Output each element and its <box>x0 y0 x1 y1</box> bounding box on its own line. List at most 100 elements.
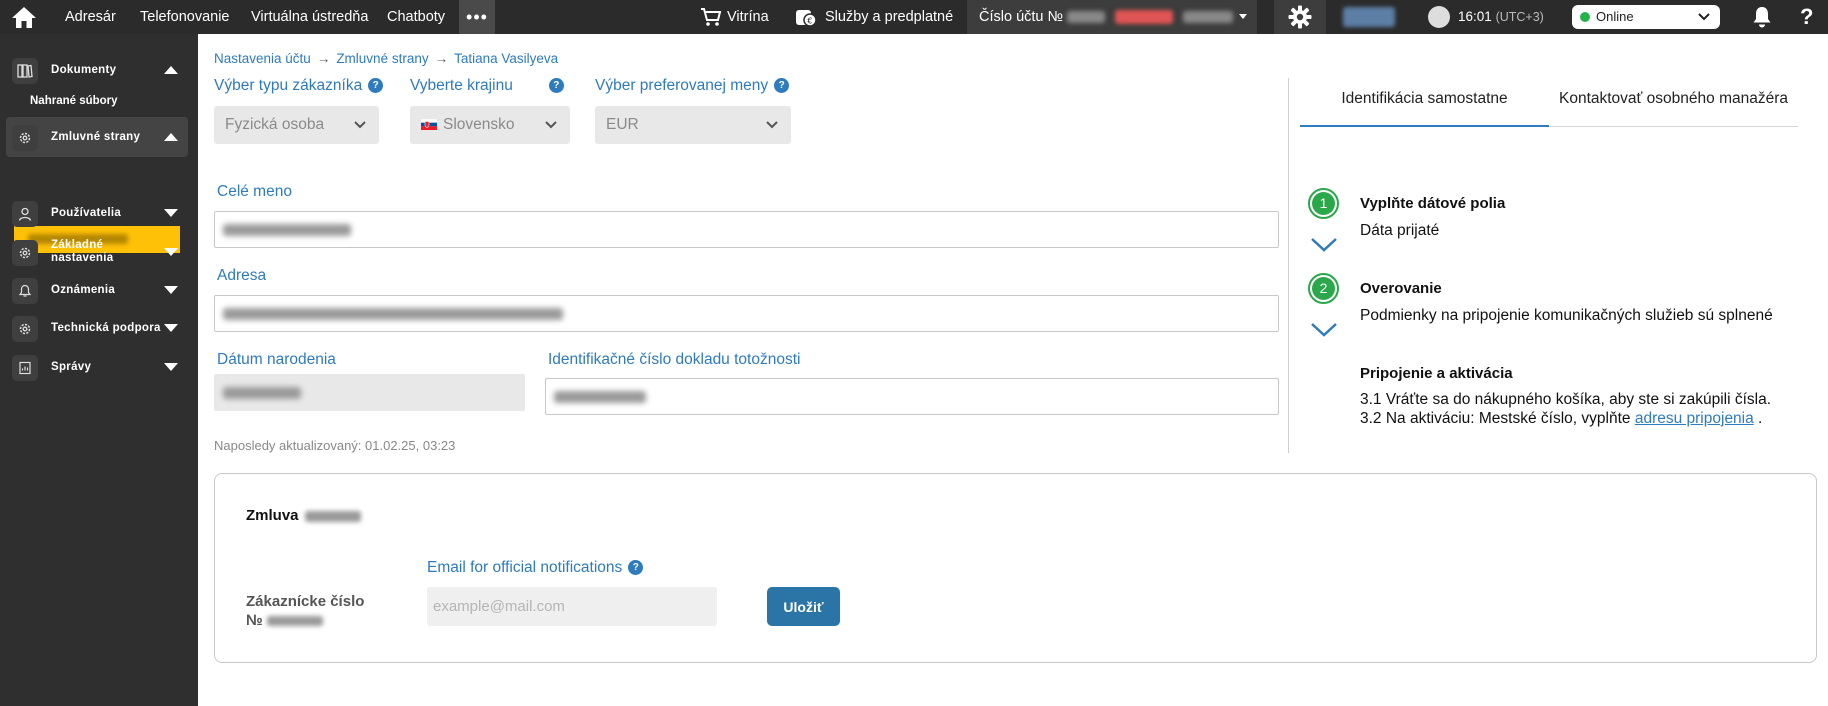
sidebar-item-notifications[interactable]: Oznámenia <box>6 270 188 310</box>
gear-icon <box>12 125 38 151</box>
caret-down-icon <box>164 324 178 332</box>
sidebar-label-tech-support: Technická podpora <box>51 321 161 334</box>
step-3-line-1: 3.1 Vráťte sa do nákupného košíka, aby s… <box>1360 391 1772 408</box>
sidebar-item-documents[interactable]: Dokumenty <box>6 50 188 90</box>
cart-icon <box>701 8 722 26</box>
connection-address-link[interactable]: adresu pripojenia <box>1635 410 1754 427</box>
step-3-line-2-suffix: . <box>1753 410 1763 427</box>
sidebar-item-messages[interactable]: Správy <box>6 347 188 387</box>
arrow-right-icon: → <box>316 51 331 66</box>
vertical-divider <box>1288 78 1289 453</box>
tab-self-identification[interactable]: Identifikácia samostatne <box>1300 70 1549 128</box>
notifications-bell-button[interactable] <box>1752 6 1772 30</box>
email-label: Email for official notifications? <box>427 559 644 577</box>
sidebar: Dokumenty Nahrané súbory Zmluvné strany … <box>0 34 198 706</box>
account-selector[interactable]: Číslo účtu № <box>967 0 1257 34</box>
tab-contact-manager[interactable]: Kontaktovať osobného manažéra <box>1549 70 1798 128</box>
sidebar-item-basic-settings[interactable]: Základné nastavenia <box>6 232 188 272</box>
step-3-title: Pripojenie a aktivácia <box>1360 365 1513 382</box>
step-3-line-2: 3.2 Na aktiváciu: Mestské číslo, vyplňte… <box>1360 410 1762 428</box>
home-icon[interactable] <box>8 0 40 34</box>
birth-date-label: Dátum narodenia <box>217 351 336 368</box>
sidebar-label-basic-settings-line2: nastavenia <box>51 252 114 264</box>
chevron-down-icon <box>545 121 557 129</box>
nav-virtual-pbx[interactable]: Virtuálna ústredňa <box>251 0 368 34</box>
user-avatar[interactable] <box>1428 6 1450 28</box>
birth-date-field[interactable] <box>214 374 525 411</box>
help-icon[interactable]: ? <box>774 78 790 93</box>
customer-type-value: Fyzická osoba <box>225 116 325 133</box>
caret-down-icon <box>164 286 178 294</box>
chevron-down-icon[interactable] <box>1309 321 1339 339</box>
breadcrumb-contract-parties[interactable]: Zmluvné strany <box>336 51 428 66</box>
online-status-dot <box>1580 12 1590 22</box>
sidebar-item-tech-support[interactable]: Technická podpora <box>6 308 188 348</box>
customer-type-label: Výber typu zákazníka? <box>214 77 384 95</box>
account-number-redacted <box>1115 10 1174 25</box>
step-3-line-2-text: 3.2 Na aktiváciu: Mestské číslo, vyplňte <box>1360 410 1631 427</box>
customer-type-select[interactable]: Fyzická osoba <box>214 106 379 144</box>
nav-telephony[interactable]: Telefonovanie <box>140 0 230 34</box>
caret-down-icon <box>164 363 178 371</box>
services-label: Služby a predplatné <box>825 9 954 25</box>
bell-icon <box>1753 7 1771 28</box>
help-icon[interactable]: ? <box>368 78 384 93</box>
customer-number: Zákaznícke číslo № <box>246 592 364 630</box>
sidebar-item-users[interactable]: Používatelia <box>6 193 188 233</box>
last-updated-text: Naposledy aktualizovaný: 01.02.25, 03:23 <box>214 438 456 453</box>
nav-addressbook[interactable]: Adresár <box>65 0 116 34</box>
sidebar-item-contract-parties[interactable]: Zmluvné strany <box>6 117 188 157</box>
services-link[interactable]: € Služby a predplatné <box>795 0 953 34</box>
sidebar-label-users: Používatelia <box>51 206 122 219</box>
caret-down-icon <box>164 209 178 217</box>
breadcrumb-current-party[interactable]: Tatiana Vasilyeva <box>454 51 558 66</box>
showcase-link[interactable]: Vitrína <box>700 0 770 34</box>
email-label-text: Email for official notifications <box>427 559 623 576</box>
balance-badge-redacted[interactable] <box>1343 7 1395 27</box>
country-label-text: Vyberte krajinu <box>410 77 513 94</box>
status-dropdown[interactable]: Online <box>1572 5 1720 29</box>
customer-number-label: Zákaznícke číslo <box>246 593 365 610</box>
currency-select[interactable]: EUR <box>595 106 791 144</box>
gear-icon <box>12 240 38 266</box>
chevron-down-icon <box>766 121 778 129</box>
sidebar-label-basic-settings-line1: Základné <box>51 239 104 251</box>
country-label: Vyberte krajinu? <box>410 77 564 95</box>
currency-label: Výber preferovanej meny? <box>595 77 790 95</box>
country-select[interactable]: Slovensko <box>410 106 570 144</box>
nav-chatbots[interactable]: Chatboty <box>387 0 445 34</box>
top-bar: Adresár Telefonovanie Virtuálna ústredňa… <box>0 0 1828 34</box>
breadcrumb-account-settings[interactable]: Nastavenia účtu <box>214 51 311 66</box>
active-tab-indicator <box>1300 125 1549 127</box>
step-1-badge: 1 <box>1308 188 1339 219</box>
sidebar-subitem-uploaded-files[interactable]: Nahrané súbory <box>30 95 118 107</box>
customer-number-sign: № <box>246 612 263 629</box>
step-2-badge: 2 <box>1308 273 1339 304</box>
country-value: Slovensko <box>443 116 515 133</box>
gear-icon <box>12 316 38 342</box>
address-field[interactable] <box>214 295 1279 332</box>
clock: 16:01 (UTC+3) <box>1458 0 1544 34</box>
help-icon[interactable]: ? <box>548 78 564 93</box>
full-name-label: Celé meno <box>217 183 292 200</box>
more-menu-button[interactable]: ••• <box>459 0 495 34</box>
save-button[interactable]: Uložiť <box>767 587 840 626</box>
chevron-down-icon[interactable] <box>1309 236 1339 254</box>
contract-title: Zmluva <box>246 507 361 524</box>
full-name-redacted <box>223 224 351 236</box>
id-document-redacted <box>554 391 646 403</box>
sidebar-label-notifications: Oznámenia <box>51 283 116 296</box>
caret-down-icon <box>1239 14 1247 19</box>
user-icon <box>12 201 38 227</box>
chevron-down-icon <box>1698 13 1710 21</box>
step-2-title: Overovanie <box>1360 280 1442 297</box>
caret-up-icon <box>164 133 178 141</box>
help-button[interactable]: ? <box>1800 0 1813 34</box>
full-name-field[interactable] <box>214 211 1279 248</box>
contract-number-redacted <box>304 510 361 522</box>
clock-timezone: (UTC+3) <box>1495 10 1544 24</box>
id-document-field[interactable] <box>545 378 1279 415</box>
settings-gear-button[interactable] <box>1274 0 1326 34</box>
email-field[interactable] <box>427 587 717 626</box>
help-icon[interactable]: ? <box>628 560 644 575</box>
